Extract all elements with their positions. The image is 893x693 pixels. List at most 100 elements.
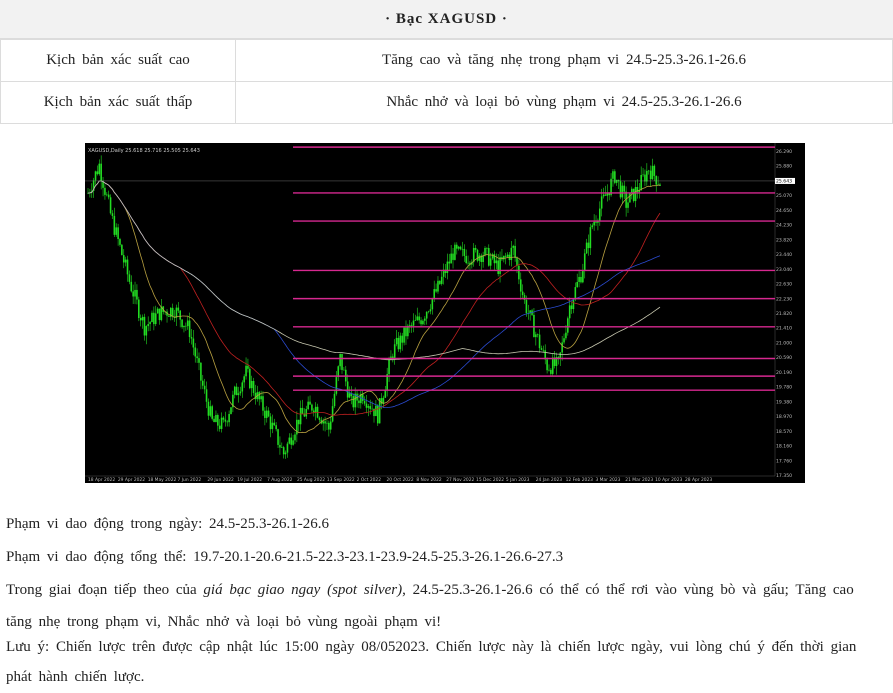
candle-body bbox=[395, 337, 398, 345]
candle-body bbox=[568, 305, 571, 319]
candle-body bbox=[563, 338, 565, 343]
candle-body bbox=[288, 437, 291, 444]
candle-body bbox=[107, 194, 110, 198]
date-axis-label: 19 Jul 2022 bbox=[237, 477, 262, 483]
candle-body bbox=[196, 356, 198, 359]
candle-body bbox=[104, 187, 106, 195]
candle-body bbox=[450, 253, 452, 264]
page-title: · Bạc XAGUSD · bbox=[0, 0, 893, 39]
candle-body bbox=[153, 312, 155, 325]
candle-body bbox=[593, 221, 595, 226]
chart-svg: XAGUSD,Daily 25.618 25.716 25.505 25.643… bbox=[85, 143, 795, 483]
candle-body bbox=[201, 380, 204, 386]
candle-body bbox=[403, 327, 405, 343]
candle-body bbox=[497, 260, 499, 274]
candle-body bbox=[416, 316, 419, 320]
candle-body bbox=[495, 260, 498, 264]
price-axis-label: 21.410 bbox=[776, 326, 792, 332]
candle-body bbox=[228, 413, 230, 423]
candle-body bbox=[565, 332, 567, 339]
candle-body bbox=[301, 407, 304, 414]
price-axis-label: 19.780 bbox=[776, 385, 792, 391]
candle-body bbox=[602, 194, 605, 197]
candle-body bbox=[640, 174, 642, 191]
candle-body bbox=[265, 410, 268, 418]
candle-body bbox=[486, 247, 488, 249]
candle-body bbox=[375, 405, 377, 417]
candle-body bbox=[122, 255, 125, 263]
candle-body bbox=[250, 380, 253, 389]
candle-body bbox=[186, 320, 189, 327]
candle-body bbox=[314, 406, 317, 413]
price-axis-label: 26.290 bbox=[776, 149, 792, 155]
candle-body bbox=[328, 422, 330, 430]
price-axis-label: 20.190 bbox=[776, 370, 792, 376]
date-axis-label: 28 Apr 2023 bbox=[685, 477, 712, 483]
date-axis-label: 20 Oct 2022 bbox=[387, 477, 414, 483]
candle-body bbox=[260, 396, 262, 400]
outlook-paragraph: Trong giai đoạn tiếp theo của giá bạc gi… bbox=[6, 574, 881, 638]
price-axis-label: 19.380 bbox=[776, 399, 792, 405]
candle-body bbox=[235, 386, 238, 396]
date-axis-label: 13 Sep 2022 bbox=[327, 477, 355, 483]
candle-body bbox=[397, 337, 400, 350]
candle-body bbox=[324, 421, 326, 424]
candle-body bbox=[535, 334, 537, 338]
candle-body bbox=[249, 368, 251, 389]
candle-body bbox=[273, 422, 276, 426]
candle-body bbox=[504, 255, 507, 257]
candle-body bbox=[454, 244, 456, 260]
candle-body bbox=[215, 414, 217, 423]
candle-body bbox=[267, 410, 270, 417]
candle-body bbox=[222, 417, 225, 420]
candle-body bbox=[98, 163, 101, 175]
candle-body bbox=[392, 356, 394, 358]
candle-body bbox=[448, 261, 451, 264]
scenario-label: Kịch bản xác suất cao bbox=[0, 39, 236, 82]
candle-body bbox=[484, 247, 486, 256]
scenario-table: Kịch bản xác suất cao Tăng cao và tăng n… bbox=[0, 39, 893, 124]
price-axis-label: 22.230 bbox=[776, 296, 792, 302]
candle-body bbox=[130, 281, 133, 292]
date-axis-label: 24 Jan 2023 bbox=[536, 477, 563, 483]
candle-body bbox=[168, 315, 170, 317]
candle-body bbox=[465, 255, 467, 264]
candle-body bbox=[506, 254, 509, 257]
scenario-value: Tăng cao và tăng nhẹ trong phạm vi 24.5-… bbox=[235, 39, 893, 82]
candle-body bbox=[361, 393, 364, 401]
candle-body bbox=[200, 362, 202, 381]
candle-body bbox=[371, 408, 373, 410]
candle-body bbox=[271, 422, 274, 430]
candle-body bbox=[516, 258, 518, 266]
date-axis-label: 10 Apr 2023 bbox=[655, 477, 682, 483]
candle-body bbox=[284, 452, 287, 455]
candle-body bbox=[425, 312, 428, 319]
candle-body bbox=[239, 391, 242, 394]
candle-body bbox=[570, 305, 573, 310]
candle-body bbox=[439, 280, 441, 284]
price-axis-label: 18.160 bbox=[776, 444, 792, 450]
candle-body bbox=[412, 320, 415, 326]
candle-body bbox=[435, 289, 437, 292]
candle-body bbox=[634, 186, 637, 202]
candle-body bbox=[138, 299, 140, 319]
candle-body bbox=[399, 335, 402, 350]
candle-body bbox=[269, 416, 272, 430]
candle-body bbox=[141, 316, 144, 321]
candle-body bbox=[213, 418, 215, 423]
candle-body bbox=[578, 276, 580, 282]
candle-body bbox=[217, 414, 219, 426]
table-row: Kịch bản xác suất cao Tăng cao và tăng n… bbox=[0, 39, 893, 82]
candle-body bbox=[286, 443, 289, 453]
candle-body bbox=[533, 314, 535, 338]
candle-body bbox=[230, 407, 232, 414]
candle-body bbox=[589, 227, 592, 249]
candle-body bbox=[467, 262, 469, 264]
candle-body bbox=[326, 422, 328, 424]
candle-body bbox=[100, 163, 102, 181]
candle-body bbox=[96, 171, 99, 175]
candle-body bbox=[132, 291, 134, 297]
candle-body bbox=[536, 334, 539, 335]
price-axis-label: 23.820 bbox=[776, 237, 792, 243]
candle-body bbox=[499, 257, 501, 274]
